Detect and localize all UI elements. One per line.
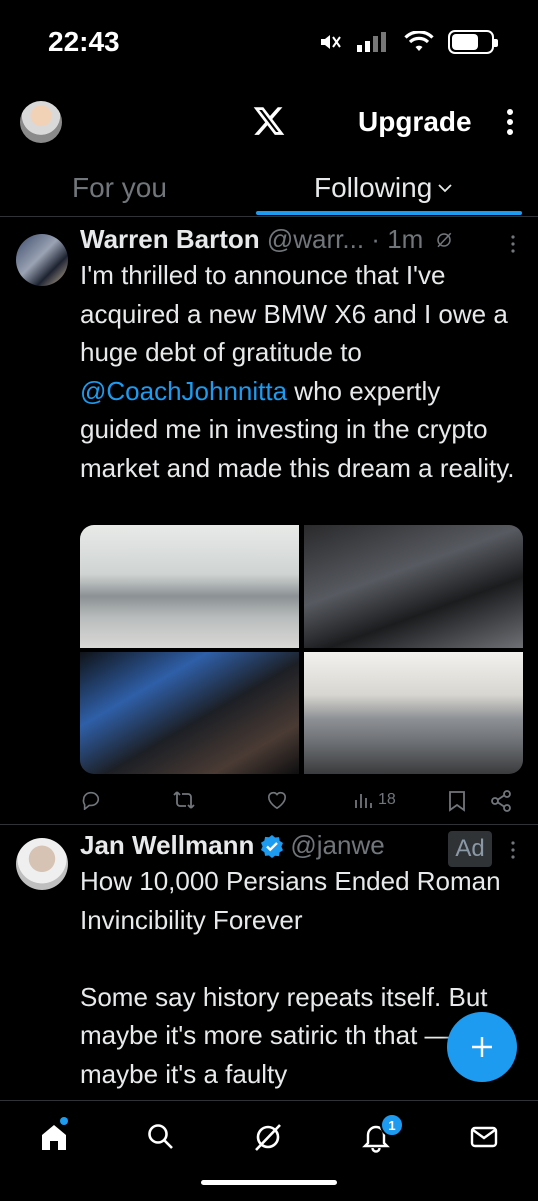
tab-for-you[interactable]: For you [72, 172, 167, 204]
upgrade-button[interactable]: Upgrade [358, 106, 472, 138]
tweet-photo[interactable] [304, 525, 523, 648]
tweet-text: I'm thrilled to announce that I've acqui… [80, 256, 520, 487]
x-logo-icon[interactable] [252, 104, 286, 138]
tab-following[interactable]: Following [314, 172, 452, 204]
notification-badge: 1 [380, 1113, 404, 1137]
tweet-header: Jan Wellmann @janwe [80, 830, 385, 861]
views-icon [355, 794, 372, 808]
tab-following-label: Following [314, 172, 433, 203]
home-indicator [201, 1180, 337, 1185]
plus-icon [472, 1037, 492, 1057]
signal-icon [357, 32, 386, 52]
tweet-more-icon[interactable] [508, 840, 518, 860]
profile-avatar[interactable] [20, 101, 62, 143]
wifi-icon [404, 31, 434, 51]
active-tab-indicator [256, 211, 522, 215]
search-icon[interactable] [145, 1121, 177, 1153]
tweet-author-name[interactable]: Warren Barton [80, 224, 260, 254]
tweet-divider [0, 824, 538, 825]
tweet-author-avatar[interactable] [16, 234, 68, 286]
mute-icon [321, 35, 341, 49]
tweet-author-avatar[interactable] [16, 838, 68, 890]
compose-button[interactable] [447, 1012, 517, 1082]
tweet-author-handle[interactable]: @janwe [290, 830, 384, 861]
repost-icon[interactable] [172, 790, 196, 810]
home-icon[interactable] [38, 1121, 70, 1153]
like-icon[interactable] [266, 790, 288, 810]
messages-icon[interactable] [468, 1121, 500, 1153]
tweet-text-part: I'm thrilled to announce that I've acqui… [80, 260, 508, 367]
tweet-more-icon[interactable] [508, 234, 518, 254]
tweet-time-separator: · [371, 224, 380, 254]
battery-icon [448, 30, 498, 54]
tweet-mention-link[interactable]: @CoachJohnnitta [80, 376, 287, 406]
tweet-author-name[interactable]: Jan Wellmann [80, 830, 254, 861]
views-count: 18 [378, 791, 396, 808]
chevron-down-icon [438, 184, 452, 193]
header-divider [0, 216, 538, 217]
reply-icon[interactable] [80, 790, 102, 810]
tweet-photo[interactable] [80, 652, 299, 774]
verified-badge-icon [261, 834, 284, 858]
views-button[interactable]: 18 [354, 786, 396, 814]
tweet-header: Warren Barton @warr... · 1m [80, 224, 453, 255]
share-icon[interactable] [490, 790, 512, 812]
tweet-author-handle[interactable]: @warr... [267, 224, 364, 254]
tweet-photo[interactable] [80, 525, 299, 648]
tweet-photo[interactable] [304, 652, 523, 774]
status-icons [318, 30, 498, 54]
bottom-navigation: 1 [0, 1100, 538, 1201]
status-time: 22:43 [48, 26, 120, 57]
bookmark-icon[interactable] [448, 790, 466, 812]
grok-icon[interactable] [435, 231, 453, 249]
more-options-icon[interactable] [500, 106, 520, 138]
tweet-timestamp[interactable]: 1m [387, 224, 423, 254]
home-unread-dot [60, 1117, 68, 1125]
grok-icon[interactable] [252, 1121, 284, 1153]
